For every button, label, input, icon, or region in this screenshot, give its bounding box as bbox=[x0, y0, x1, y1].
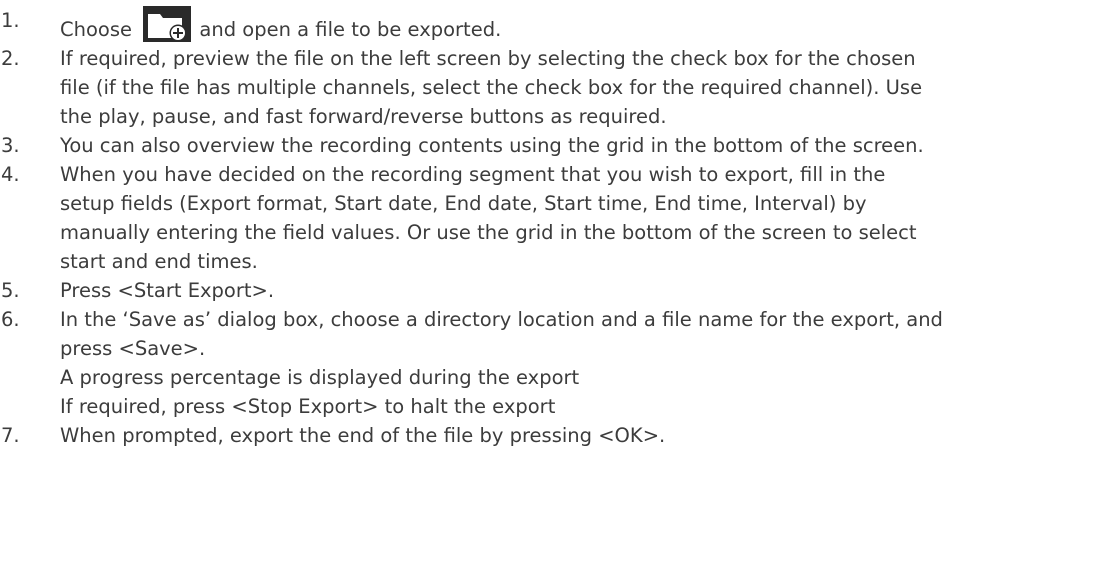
step-number: 7. bbox=[1, 424, 20, 447]
step-item: 2. If required, preview the file on the … bbox=[0, 44, 1111, 131]
step-line: press <Save>. bbox=[60, 337, 206, 360]
step-note: A progress percentage is displayed durin… bbox=[60, 366, 580, 389]
step-number: 6. bbox=[1, 308, 20, 331]
step-item: 1. Choose and open a file to be exported… bbox=[0, 6, 1111, 44]
step-line: In the ‘Save as’ dialog box, choose a di… bbox=[60, 308, 943, 331]
step-number: 1. bbox=[1, 9, 20, 32]
instruction-page: 1. Choose and open a file to be exported… bbox=[0, 0, 1111, 573]
step-item: 7. When prompted, export the end of the … bbox=[0, 421, 1111, 450]
step-number: 2. bbox=[1, 47, 20, 70]
step-line: You can also overview the recording cont… bbox=[60, 134, 924, 157]
steps-list: 1. Choose and open a file to be exported… bbox=[0, 6, 1111, 450]
step-number: 3. bbox=[1, 134, 20, 157]
step-number: 4. bbox=[1, 163, 20, 186]
step-line: setup fields (Export format, Start date,… bbox=[60, 192, 867, 215]
step-item: 5. Press <Start Export>. bbox=[0, 276, 1111, 305]
step-number: 5. bbox=[1, 279, 20, 302]
step-line: Press <Start Export>. bbox=[60, 279, 275, 302]
step-item: 3. You can also overview the recording c… bbox=[0, 131, 1111, 160]
step-line: When prompted, export the end of the fil… bbox=[60, 424, 666, 447]
step-line: Choose and open a file to be exported. bbox=[60, 6, 1111, 44]
folder-add-icon bbox=[143, 6, 192, 42]
step-text: and open a file to be exported. bbox=[193, 18, 502, 41]
step-line: the play, pause, and fast forward/revers… bbox=[60, 105, 667, 128]
step-item: 6. In the ‘Save as’ dialog box, choose a… bbox=[0, 305, 1111, 421]
step-note: If required, press <Stop Export> to halt… bbox=[60, 395, 556, 418]
step-line: manually entering the field values. Or u… bbox=[60, 221, 917, 244]
step-line: file (if the file has multiple channels,… bbox=[60, 76, 923, 99]
step-line: When you have decided on the recording s… bbox=[60, 163, 886, 186]
step-item: 4. When you have decided on the recordin… bbox=[0, 160, 1111, 276]
step-text: Choose bbox=[60, 18, 139, 41]
step-line: start and end times. bbox=[60, 250, 258, 273]
step-line: If required, preview the file on the lef… bbox=[60, 47, 916, 70]
